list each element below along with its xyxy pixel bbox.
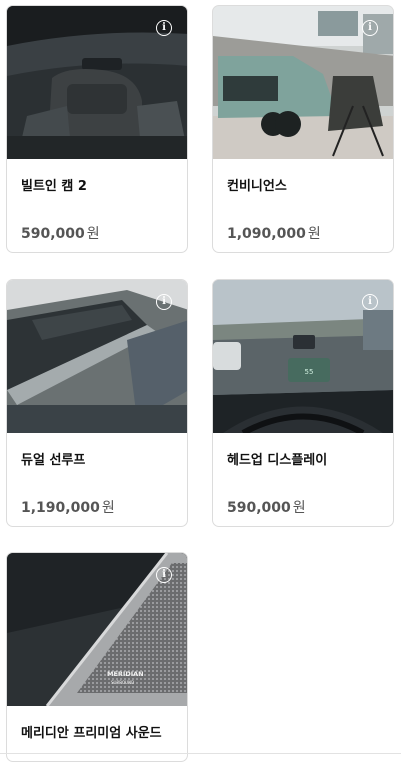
option-card-convenience[interactable]: i 컨비니언스 1,090,000 원: [212, 5, 394, 253]
info-icon[interactable]: i: [156, 567, 172, 583]
info-icon[interactable]: i: [362, 294, 378, 310]
option-title: 듀얼 선루프: [21, 453, 86, 468]
option-image-hud: 55 i: [213, 280, 393, 433]
bottom-divider: [0, 753, 401, 754]
option-price: 1,190,000 원: [21, 500, 115, 516]
meridian-logo: MERIDIAN: [107, 670, 144, 678]
option-title: 컨비니언스: [227, 179, 287, 194]
option-image-builtin-cam: i: [7, 6, 187, 159]
option-title: 빌트인 캠 2: [21, 179, 87, 194]
svg-text:SURROUND: SURROUND: [111, 680, 134, 685]
info-icon[interactable]: i: [362, 20, 378, 36]
option-image-dual-sunroof: i: [7, 280, 187, 433]
option-price: 590,000 원: [227, 500, 306, 516]
option-card-builtin-cam[interactable]: i 빌트인 캠 2 590,000 원: [6, 5, 188, 253]
info-icon[interactable]: i: [156, 20, 172, 36]
option-image-convenience: i: [213, 6, 393, 159]
option-card-meridian[interactable]: MERIDIAN SURROUND i 메리디안 프리미엄 사운드: [6, 552, 188, 762]
info-icon[interactable]: i: [156, 294, 172, 310]
option-card-hud[interactable]: 55 i 헤드업 디스플레이 590,000 원: [212, 279, 394, 527]
option-image-meridian: MERIDIAN SURROUND i: [7, 553, 187, 706]
option-price: 1,090,000 원: [227, 226, 321, 242]
option-title: 메리디안 프리미엄 사운드: [21, 726, 162, 741]
option-price: 590,000 원: [21, 226, 100, 242]
option-card-dual-sunroof[interactable]: i 듀얼 선루프 1,190,000 원: [6, 279, 188, 527]
option-title: 헤드업 디스플레이: [227, 453, 328, 468]
svg-text:55: 55: [305, 368, 314, 376]
